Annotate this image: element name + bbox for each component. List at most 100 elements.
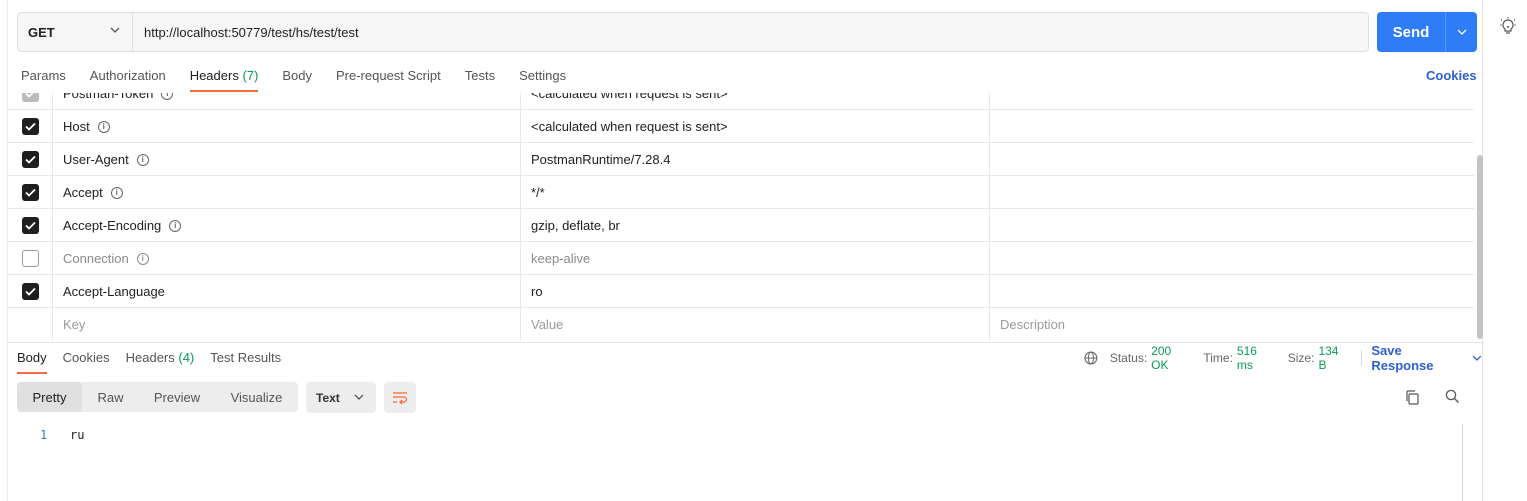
- size-label: Size:: [1287, 351, 1315, 365]
- chevron-down-icon: [354, 394, 364, 400]
- header-description[interactable]: [990, 209, 1474, 242]
- new-description-input[interactable]: Description: [990, 308, 1474, 341]
- table-row: Accept-Encoding i gzip, deflate, br: [8, 209, 1474, 242]
- table-row: Accept i */*: [8, 176, 1474, 209]
- request-tabs: Params Authorization Headers (7) Body Pr…: [21, 66, 590, 94]
- send-button-group: Send: [1377, 12, 1477, 52]
- header-value[interactable]: <calculated when request is sent>: [521, 93, 990, 110]
- header-description[interactable]: [990, 242, 1474, 275]
- header-key[interactable]: Host i: [53, 110, 521, 143]
- header-value[interactable]: */*: [521, 176, 990, 209]
- header-checkbox[interactable]: [21, 151, 39, 168]
- response-tab-cookies[interactable]: Cookies: [63, 350, 110, 374]
- search-icon[interactable]: [1445, 389, 1460, 404]
- info-icon[interactable]: i: [136, 153, 149, 166]
- response-tabs: Body Cookies Headers (4) Test Results: [17, 350, 297, 374]
- status-value[interactable]: 200 OK: [1151, 344, 1191, 372]
- time-value[interactable]: 516 ms: [1237, 344, 1276, 372]
- response-body-editor[interactable]: 1 ru: [8, 424, 1461, 501]
- tab-authorization[interactable]: Authorization: [90, 66, 166, 92]
- header-description[interactable]: [990, 275, 1474, 308]
- format-select[interactable]: Text: [306, 382, 376, 413]
- view-mode-pretty[interactable]: Pretty: [17, 382, 82, 412]
- headers-count: (7): [242, 68, 259, 83]
- url-bar: GET http://localhost:50779/test/hs/test/…: [17, 12, 1369, 52]
- panel-divider[interactable]: [8, 342, 1484, 343]
- response-tab-test-results[interactable]: Test Results: [210, 350, 281, 374]
- globe-icon[interactable]: [1084, 351, 1098, 365]
- header-value[interactable]: <calculated when request is sent>: [521, 110, 990, 143]
- view-mode-visualize[interactable]: Visualize: [215, 382, 298, 412]
- response-tab-headers[interactable]: Headers (4): [126, 350, 195, 374]
- info-icon[interactable]: i: [161, 93, 174, 100]
- copy-icon[interactable]: [1405, 390, 1420, 405]
- header-key[interactable]: Accept-Encoding i: [53, 209, 521, 242]
- response-status-bar: Status: 200 OK Time: 516 ms Size: 134 B …: [1084, 343, 1482, 373]
- send-options-button[interactable]: [1445, 12, 1477, 52]
- tab-pre-request-script[interactable]: Pre-request Script: [336, 66, 441, 92]
- header-value[interactable]: keep-alive: [521, 242, 990, 275]
- lightbulb-icon[interactable]: [1499, 16, 1517, 36]
- header-value[interactable]: gzip, deflate, br: [521, 209, 990, 242]
- request-panel: GET http://localhost:50779/test/hs/test/…: [7, 0, 1484, 501]
- code-line: ru: [70, 428, 85, 442]
- view-mode-raw[interactable]: Raw: [82, 382, 139, 412]
- info-icon[interactable]: i: [110, 186, 123, 199]
- header-checkbox[interactable]: [21, 217, 39, 234]
- header-checkbox[interactable]: [21, 250, 39, 267]
- header-key[interactable]: Connection i: [53, 242, 521, 275]
- time-label: Time:: [1203, 351, 1233, 365]
- view-mode-selector: Pretty Raw Preview Visualize: [17, 382, 298, 412]
- tab-settings[interactable]: Settings: [519, 66, 566, 92]
- new-key-input[interactable]: Key: [53, 308, 521, 341]
- header-checkbox[interactable]: [21, 184, 39, 201]
- header-key[interactable]: Accept-Language: [53, 275, 521, 308]
- table-row: Host i <calculated when request is sent>: [8, 110, 1474, 143]
- url-input[interactable]: http://localhost:50779/test/hs/test/test: [133, 13, 1368, 51]
- view-mode-preview[interactable]: Preview: [139, 382, 215, 412]
- header-description[interactable]: [990, 176, 1474, 209]
- header-key[interactable]: Accept i: [53, 176, 521, 209]
- right-sidebar: [1484, 0, 1527, 501]
- line-number: 1: [40, 428, 48, 442]
- method-label: GET: [28, 24, 55, 40]
- info-icon[interactable]: i: [97, 120, 110, 133]
- header-checkbox[interactable]: [21, 118, 39, 135]
- header-description[interactable]: [990, 110, 1474, 143]
- header-key[interactable]: Postman-Token i: [53, 93, 521, 110]
- response-tab-body[interactable]: Body: [17, 350, 47, 374]
- checkmark-icon: [24, 188, 36, 197]
- tab-body[interactable]: Body: [282, 66, 312, 92]
- send-button[interactable]: Send: [1377, 12, 1445, 52]
- header-description[interactable]: [990, 93, 1474, 110]
- cookies-link[interactable]: Cookies: [1426, 68, 1477, 83]
- header-key[interactable]: User-Agent i: [53, 143, 521, 176]
- format-label: Text: [316, 390, 340, 405]
- info-icon[interactable]: i: [136, 252, 149, 265]
- tab-params[interactable]: Params: [21, 66, 66, 92]
- info-icon[interactable]: i: [169, 219, 182, 232]
- status-separator: [1361, 350, 1363, 366]
- wrap-lines-button[interactable]: [384, 382, 416, 413]
- status-label: Status:: [1109, 351, 1148, 365]
- tab-headers[interactable]: Headers (7): [189, 66, 259, 92]
- checkmark-icon: [24, 93, 34, 98]
- headers-scrollbar-thumb[interactable]: [1477, 155, 1483, 339]
- checkmark-icon: [24, 221, 36, 230]
- header-description[interactable]: [990, 143, 1474, 176]
- tab-tests[interactable]: Tests: [465, 66, 495, 92]
- chevron-down-icon: [1457, 29, 1466, 35]
- size-value[interactable]: 134 B: [1318, 344, 1349, 372]
- header-value[interactable]: PostmanRuntime/7.28.4: [521, 143, 990, 176]
- header-value[interactable]: ro: [521, 275, 990, 308]
- table-row: Accept-Language ro: [8, 275, 1474, 308]
- new-value-input[interactable]: Value: [521, 308, 990, 341]
- checkmark-icon: [24, 287, 36, 296]
- table-row: Postman-Token i <calculated when request …: [8, 93, 1474, 110]
- header-checkbox[interactable]: [21, 283, 39, 300]
- save-response-button[interactable]: Save Response: [1371, 343, 1482, 373]
- editor-scrollbar[interactable]: [1462, 424, 1463, 501]
- checkmark-icon: [24, 122, 36, 131]
- header-checkbox[interactable]: [21, 93, 39, 102]
- method-select[interactable]: GET: [18, 13, 133, 51]
